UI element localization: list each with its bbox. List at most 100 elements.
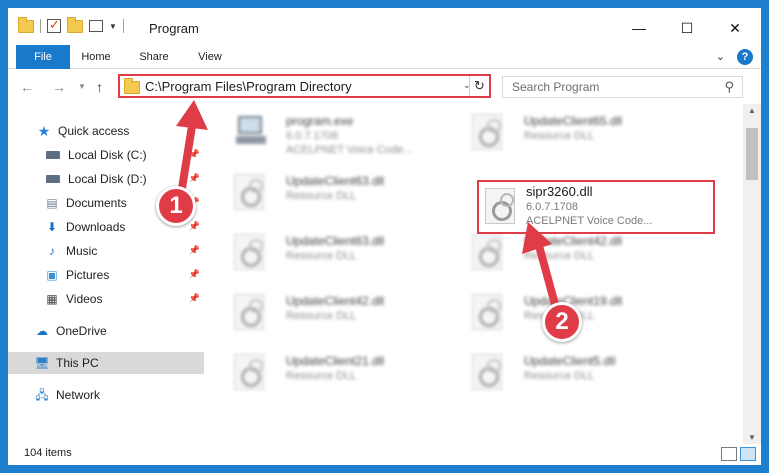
item-count: 104 items — [24, 447, 72, 459]
file-type: Resource DLL — [286, 370, 357, 382]
tab-share[interactable]: Share — [132, 45, 176, 69]
title-bar: ▼ Program — ☐ ✕ — [8, 8, 761, 44]
quick-access-toolbar: ▼ — [18, 16, 124, 33]
explorer-window: ▼ Program — ☐ ✕ File Home Share View ⌄ ?… — [8, 8, 761, 465]
navigation-bar: ← → ▼ ↑ C:\Program Files\Program Directo… — [8, 70, 761, 104]
sidebar-item-label: Local Disk (C:) — [68, 148, 147, 162]
document-icon: ▤ — [46, 196, 58, 210]
sidebar-item-label: Downloads — [66, 220, 126, 234]
close-button[interactable]: ✕ — [712, 14, 758, 42]
computer-icon: 🖥 — [34, 356, 50, 370]
application-icon — [236, 112, 266, 148]
sidebar-item-music[interactable]: ♪ Music 📌 — [8, 240, 204, 262]
refresh-icon[interactable]: ↻ — [469, 76, 489, 96]
forward-arrow-icon[interactable]: → — [52, 79, 66, 95]
minimize-button[interactable]: — — [616, 14, 662, 42]
list-item[interactable]: program.exe 6.0.7.1708 ACELPNET Voice Co… — [216, 104, 456, 164]
sidebar-item-label: Videos — [66, 292, 103, 306]
file-name: UpdateClient5.dll — [524, 354, 616, 368]
list-item[interactable]: UpdateClient65.dll Resource DLL — [454, 104, 694, 164]
pin-icon[interactable]: 📌 — [189, 293, 200, 304]
new-folder-icon[interactable] — [67, 16, 83, 33]
close-icon: ✕ — [729, 19, 741, 36]
dll-file-icon — [472, 114, 502, 150]
star-icon: ★ — [37, 123, 51, 139]
scroll-down-icon[interactable]: ▼ — [743, 433, 761, 442]
dll-file-icon — [234, 294, 264, 330]
sidebar-item-label: Network — [56, 388, 101, 402]
sidebar-item-label: Music — [66, 244, 98, 258]
vertical-scrollbar[interactable]: ▲ ▼ — [743, 104, 761, 444]
list-item[interactable]: UpdateClient21.dll Resource DLL — [216, 344, 456, 404]
cloud-icon: ☁ — [36, 324, 48, 338]
properties-icon[interactable] — [47, 17, 61, 33]
pin-icon[interactable]: 📌 — [189, 269, 200, 280]
file-type: Resource DLL — [286, 250, 357, 262]
file-name: UpdateClient63.dll — [286, 234, 385, 248]
customize-icon[interactable] — [89, 20, 103, 32]
file-name: UpdateClient63.dll — [286, 174, 385, 188]
video-icon: ▦ — [46, 292, 58, 306]
dll-file-icon — [234, 354, 264, 390]
sidebar-item-videos[interactable]: ▦ Videos 📌 — [8, 288, 204, 310]
file-list: program.exe 6.0.7.1708 ACELPNET Voice Co… — [216, 104, 743, 444]
file-description: ACELPNET Voice Code... — [286, 144, 413, 156]
help-button[interactable]: ? — [737, 49, 753, 65]
sidebar-item-label: Quick access — [58, 124, 130, 138]
tab-home[interactable]: Home — [74, 45, 118, 69]
file-type: Resource DLL — [286, 190, 357, 202]
maximize-button[interactable]: ☐ — [664, 14, 710, 42]
chevron-up-icon[interactable]: ⌄ — [716, 50, 725, 63]
sidebar-item-label: Local Disk (D:) — [68, 172, 147, 186]
file-version: 6.0.7.1708 — [286, 130, 338, 142]
window-title: Program — [149, 21, 199, 36]
highlighted-file-item[interactable]: sipr3260.dll 6.0.7.1708 ACELPNET Voice C… — [477, 180, 715, 234]
list-item[interactable]: UpdateClient5.dll Resource DLL — [454, 344, 694, 404]
up-arrow-icon[interactable]: ↑ — [96, 79, 103, 95]
status-bar: 104 items — [8, 444, 761, 465]
dll-file-icon — [472, 234, 502, 270]
sidebar-item-this-pc[interactable]: 🖥 This PC — [8, 352, 204, 374]
minimize-icon: — — [632, 20, 646, 36]
file-type: Resource DLL — [286, 310, 357, 322]
tab-file[interactable]: File — [16, 45, 70, 69]
tab-view[interactable]: View — [188, 45, 232, 69]
search-icon[interactable]: ⚲ — [724, 79, 734, 95]
dll-file-icon — [234, 234, 264, 270]
search-box[interactable]: ⚲ — [502, 76, 743, 98]
ribbon-tabs: File Home Share View ⌄ ? — [8, 45, 761, 69]
tiles-view-icon[interactable] — [740, 447, 756, 461]
music-icon: ♪ — [49, 244, 55, 258]
maximize-icon: ☐ — [680, 19, 694, 36]
file-name: UpdateClient65.dll — [524, 114, 623, 128]
search-input[interactable] — [503, 77, 713, 97]
list-item[interactable]: UpdateClient42.dll Resource DLL — [216, 284, 456, 344]
address-bar[interactable]: C:\Program Files\Program Directory ⌄ ↻ — [118, 74, 491, 98]
sidebar-item-label: OneDrive — [56, 324, 107, 338]
dll-file-icon — [472, 294, 502, 330]
divider — [122, 19, 124, 33]
dll-file-icon — [485, 188, 515, 224]
sidebar-item-pictures[interactable]: ▣ Pictures 📌 — [8, 264, 204, 286]
sidebar-item-label: Pictures — [66, 268, 110, 282]
dll-file-icon — [472, 354, 502, 390]
network-icon: 🖧 — [35, 388, 49, 402]
chevron-down-icon[interactable]: ▼ — [109, 22, 117, 31]
dll-file-icon — [234, 174, 264, 210]
file-name: sipr3260.dll — [526, 184, 593, 199]
back-arrow-icon[interactable]: ← — [20, 79, 34, 95]
recent-locations-chevron-icon[interactable]: ▼ — [78, 82, 86, 91]
pin-icon[interactable]: 📌 — [189, 245, 200, 256]
address-path[interactable]: C:\Program Files\Program Directory — [145, 79, 352, 94]
sidebar-item-label: This PC — [56, 356, 99, 370]
list-item[interactable]: UpdateClient63.dll Resource DLL — [216, 164, 456, 224]
sidebar-item-onedrive[interactable]: ☁ OneDrive — [8, 320, 204, 342]
sidebar-item-network[interactable]: 🖧 Network — [8, 384, 204, 406]
file-type: Resource DLL — [524, 370, 595, 382]
scroll-up-icon[interactable]: ▲ — [743, 106, 761, 115]
scroll-thumb[interactable] — [746, 128, 758, 180]
details-view-icon[interactable] — [721, 447, 737, 461]
list-item[interactable]: UpdateClient63.dll Resource DLL — [216, 224, 456, 284]
callout-badge-2: 2 — [542, 302, 582, 342]
folder-icon[interactable] — [18, 16, 34, 33]
